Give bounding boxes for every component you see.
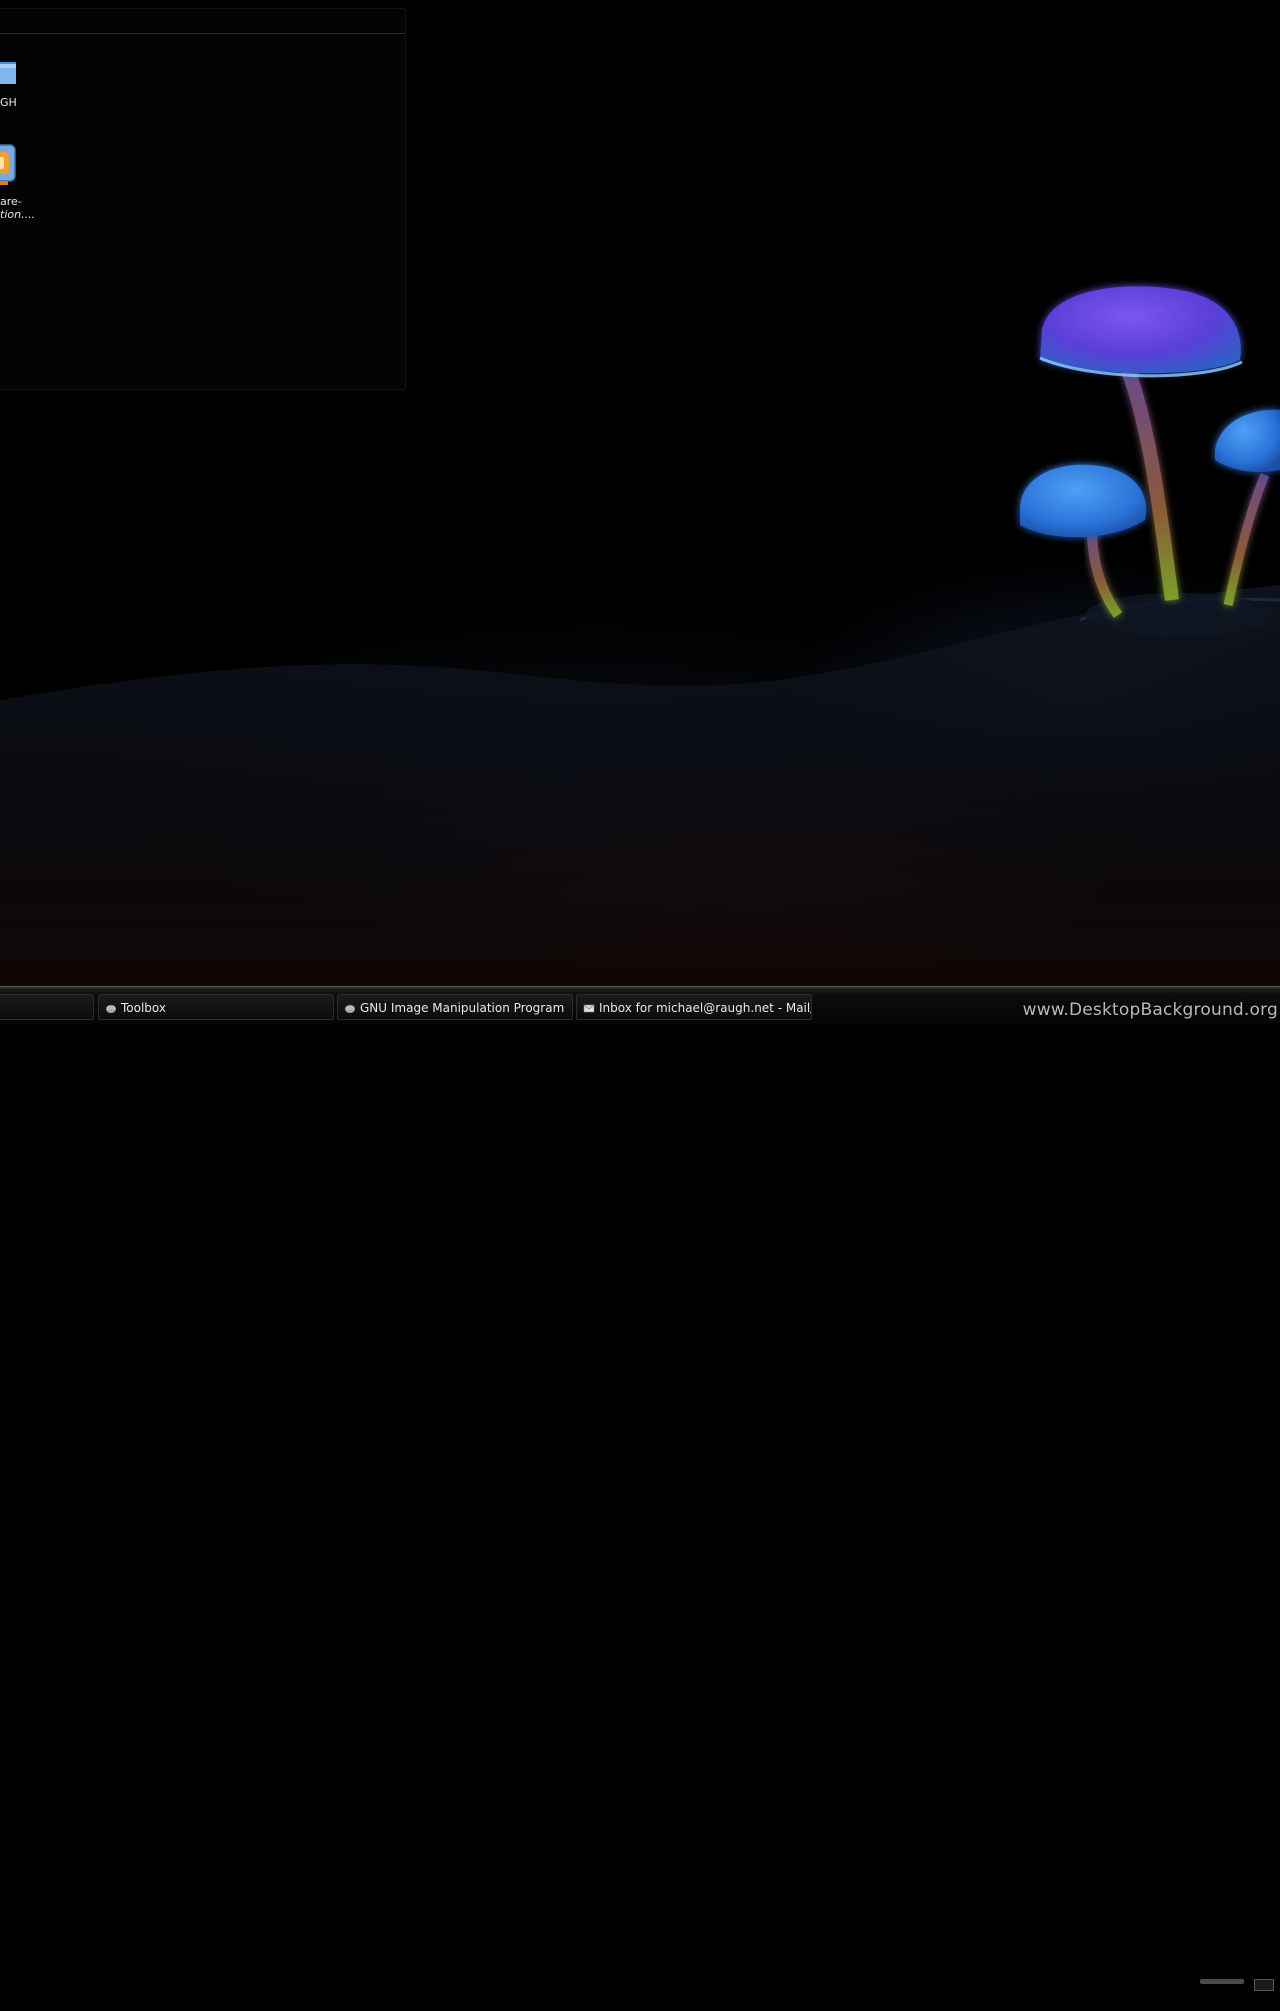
taskbar-button-toolbox[interactable]: Toolbox (98, 994, 334, 1020)
taskbar-button-label: Toolbox (121, 1001, 166, 1015)
taskbar-button-label: Inbox for michael@raugh.net - Mail/Ne (599, 1001, 812, 1015)
folder-view-header (0, 9, 405, 34)
taskbar-button-empty[interactable] (0, 994, 94, 1020)
taskbar-button-label: GNU Image Manipulation Program (360, 1001, 565, 1015)
mail-icon (583, 1004, 595, 1013)
tray-indicator (1200, 1979, 1244, 1984)
wallpaper-mushrooms (1020, 286, 1280, 637)
tray-box[interactable] (1254, 1979, 1274, 1991)
package-icon (0, 144, 16, 185)
taskbar-button-gimp[interactable]: GNU Image Manipulation Program (337, 994, 573, 1020)
desktop-folder-view (0, 8, 406, 390)
system-tray (1196, 1973, 1280, 2011)
desktop: GH are- tion.... (0, 0, 1280, 986)
desktop-icon-label-line1: are- (0, 195, 22, 208)
desktop-icon-label: GH (0, 96, 17, 109)
gimp-icon (106, 1005, 116, 1013)
gimp-icon (345, 1005, 355, 1013)
folder-icon (0, 62, 16, 84)
desktop-icon-label-line2: tion.... (0, 208, 36, 221)
wallpaper-watermark: www.DesktopBackground.org (1022, 1000, 1278, 1020)
desktop-icon-package[interactable]: are- tion.... (0, 140, 60, 230)
desktop-icon-folder[interactable]: GH (0, 52, 40, 122)
taskbar-button-mail[interactable]: Inbox for michael@raugh.net - Mail/Ne (576, 994, 812, 1020)
